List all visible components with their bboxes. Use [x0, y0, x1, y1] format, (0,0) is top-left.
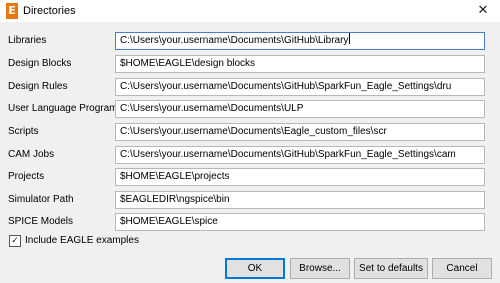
cancel-button[interactable]: Cancel	[432, 258, 492, 279]
simulator-path-label: Simulator Path	[8, 194, 74, 205]
spice-models-path-field[interactable]: $HOME\EAGLE\spice	[115, 213, 485, 231]
close-icon[interactable]: ✕	[466, 0, 500, 22]
ok-button[interactable]: OK	[225, 258, 285, 279]
projects-path-field[interactable]: $HOME\EAGLE\projects	[115, 168, 485, 186]
libraries-label: Libraries	[8, 35, 47, 46]
spice-models-label: SPICE Models	[8, 216, 74, 227]
cam-jobs-path-field[interactable]: C:\Users\your.username\Documents\GitHub\…	[115, 146, 485, 164]
libraries-path-field[interactable]: C:\Users\your.username\Documents\GitHub\…	[115, 32, 485, 50]
title-bar: E Directories ✕	[0, 0, 500, 22]
include-examples-checkbox[interactable]: ✓	[9, 235, 21, 247]
window-title: Directories	[23, 5, 76, 17]
design-rules-path-field[interactable]: C:\Users\your.username\Documents\GitHub\…	[115, 78, 485, 96]
set-to-defaults-button[interactable]: Set to defaults	[354, 258, 428, 279]
eagle-app-icon: E	[6, 3, 18, 19]
simulator-path-field[interactable]: $EAGLEDIR\ngspice\bin	[115, 191, 485, 209]
text-caret	[349, 33, 351, 44]
libraries-path-value: C:\Users\your.username\Documents\GitHub\…	[120, 35, 349, 46]
cam-jobs-label: CAM Jobs	[8, 149, 55, 160]
user-language-programs-path-field[interactable]: C:\Users\your.username\Documents\ULP	[115, 100, 485, 118]
user-language-programs-label: User Language Programs	[8, 103, 123, 114]
scripts-label: Scripts	[8, 126, 39, 137]
browse-button[interactable]: Browse...	[290, 258, 350, 279]
include-examples-label[interactable]: Include EAGLE examples	[25, 235, 139, 247]
directories-dialog: E Directories ✕ Libraries C:\Users\your.…	[0, 0, 500, 283]
design-blocks-label: Design Blocks	[8, 58, 72, 69]
scripts-path-field[interactable]: C:\Users\your.username\Documents\Eagle_c…	[115, 123, 485, 141]
projects-label: Projects	[8, 171, 45, 182]
design-rules-label: Design Rules	[8, 81, 68, 92]
design-blocks-path-field[interactable]: $HOME\EAGLE\design blocks	[115, 55, 485, 73]
